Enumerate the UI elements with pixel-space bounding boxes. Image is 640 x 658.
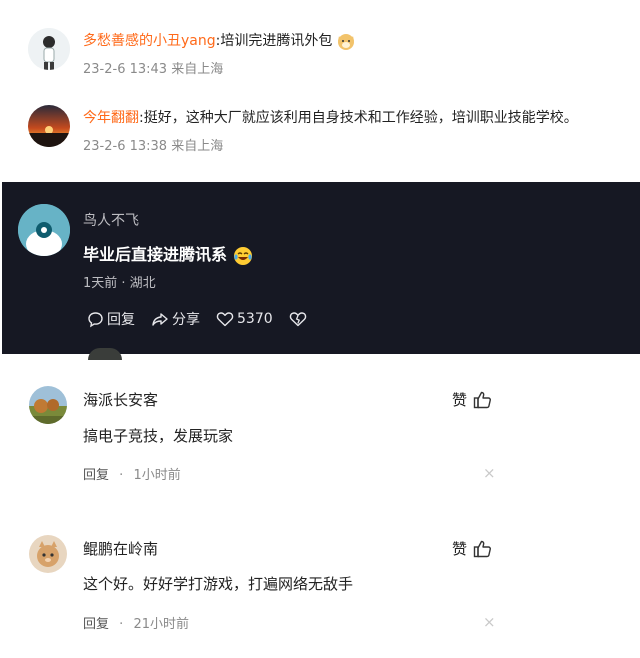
broken-heart-icon <box>289 312 306 327</box>
reply-time: 21小时前 <box>133 617 189 632</box>
comment-bubble-icon <box>88 311 103 327</box>
comment-text: 挺好，这种大厂就应该利用自身技术和工作经验，培训职业技能学校。 <box>143 110 578 126</box>
meta-dot: · <box>119 617 124 632</box>
laughing-crying-emoji-icon <box>233 246 252 265</box>
next-avatar-peek <box>88 348 122 360</box>
like-label: 赞 <box>452 391 468 409</box>
like-button[interactable]: 赞 <box>452 389 492 410</box>
avatar[interactable] <box>29 386 67 424</box>
reply-username[interactable]: 鲲鹏在岭南 <box>83 538 158 559</box>
dislike-button[interactable] <box>289 311 310 327</box>
comment-line: 今年翻翻:挺好，这种大厂就应该利用自身技术和工作经验，培训职业技能学校。 <box>83 107 578 127</box>
share-label: 分享 <box>172 312 200 328</box>
reply-link[interactable]: 回复 <box>83 617 109 632</box>
reply-username[interactable]: 海派长安客 <box>83 389 158 410</box>
cartoon-avatar-icon <box>29 535 67 573</box>
comment-meta: 23-2-6 13:43 来自上海 <box>83 62 224 77</box>
reply-meta: 回复 · 1小时前 <box>83 464 181 483</box>
thumbs-up-icon <box>473 391 491 408</box>
comment-line: 多愁善感的小丑yang:培训完进腾讯外包 <box>83 30 355 50</box>
share-button[interactable]: 分享 <box>151 309 200 329</box>
landscape-avatar-icon <box>29 386 67 424</box>
featured-username[interactable]: 鸟人不飞 <box>83 210 139 230</box>
bird-avatar-icon <box>18 204 70 256</box>
featured-comment-text: 毕业后直接进腾讯系 <box>83 245 228 264</box>
meta-dot: · <box>119 468 124 483</box>
share-arrow-icon <box>152 312 168 326</box>
comment-meta: 23-2-6 13:38 来自上海 <box>83 139 224 154</box>
reply-text: 搞电子竞技，发展玩家 <box>83 427 234 445</box>
thumbs-up-icon <box>473 540 491 557</box>
heart-icon <box>216 312 234 327</box>
reply-meta: 回复 · 21小时前 <box>83 613 189 632</box>
username-link[interactable]: 多愁善感的小丑yang <box>83 33 216 49</box>
reply-label: 回复 <box>107 312 135 328</box>
close-icon[interactable]: × <box>483 464 496 482</box>
featured-action-bar: 回复 分享 5370 <box>87 309 326 329</box>
avatar[interactable] <box>29 535 67 573</box>
featured-comment-card: 鸟人不飞 毕业后直接进腾讯系 1天前 · 湖北 回复 分享 5370 <box>2 182 640 360</box>
featured-comment-line: 毕业后直接进腾讯系 <box>83 241 253 266</box>
reply-text: 这个好。好好学打游戏，打遍网络无敌手 <box>83 575 354 593</box>
username-link[interactable]: 今年翻翻 <box>83 110 139 126</box>
person-avatar-icon <box>28 28 70 70</box>
like-button[interactable]: 赞 <box>452 538 492 559</box>
like-label: 赞 <box>452 540 468 558</box>
avatar[interactable] <box>18 204 70 256</box>
doge-emoji-icon <box>337 34 354 50</box>
reply-link[interactable]: 回复 <box>83 468 109 483</box>
reply-time: 1小时前 <box>133 468 181 483</box>
like-button[interactable]: 5370 <box>216 311 273 327</box>
comment-text: 培训完进腾讯外包 <box>220 33 333 49</box>
featured-meta: 1天前 · 湖北 <box>83 276 156 291</box>
close-icon[interactable]: × <box>483 613 496 631</box>
sunset-avatar-icon <box>28 105 70 147</box>
reply-button[interactable]: 回复 <box>87 309 135 329</box>
avatar[interactable] <box>28 105 70 147</box>
like-count: 5370 <box>237 311 273 327</box>
avatar[interactable] <box>28 28 70 70</box>
